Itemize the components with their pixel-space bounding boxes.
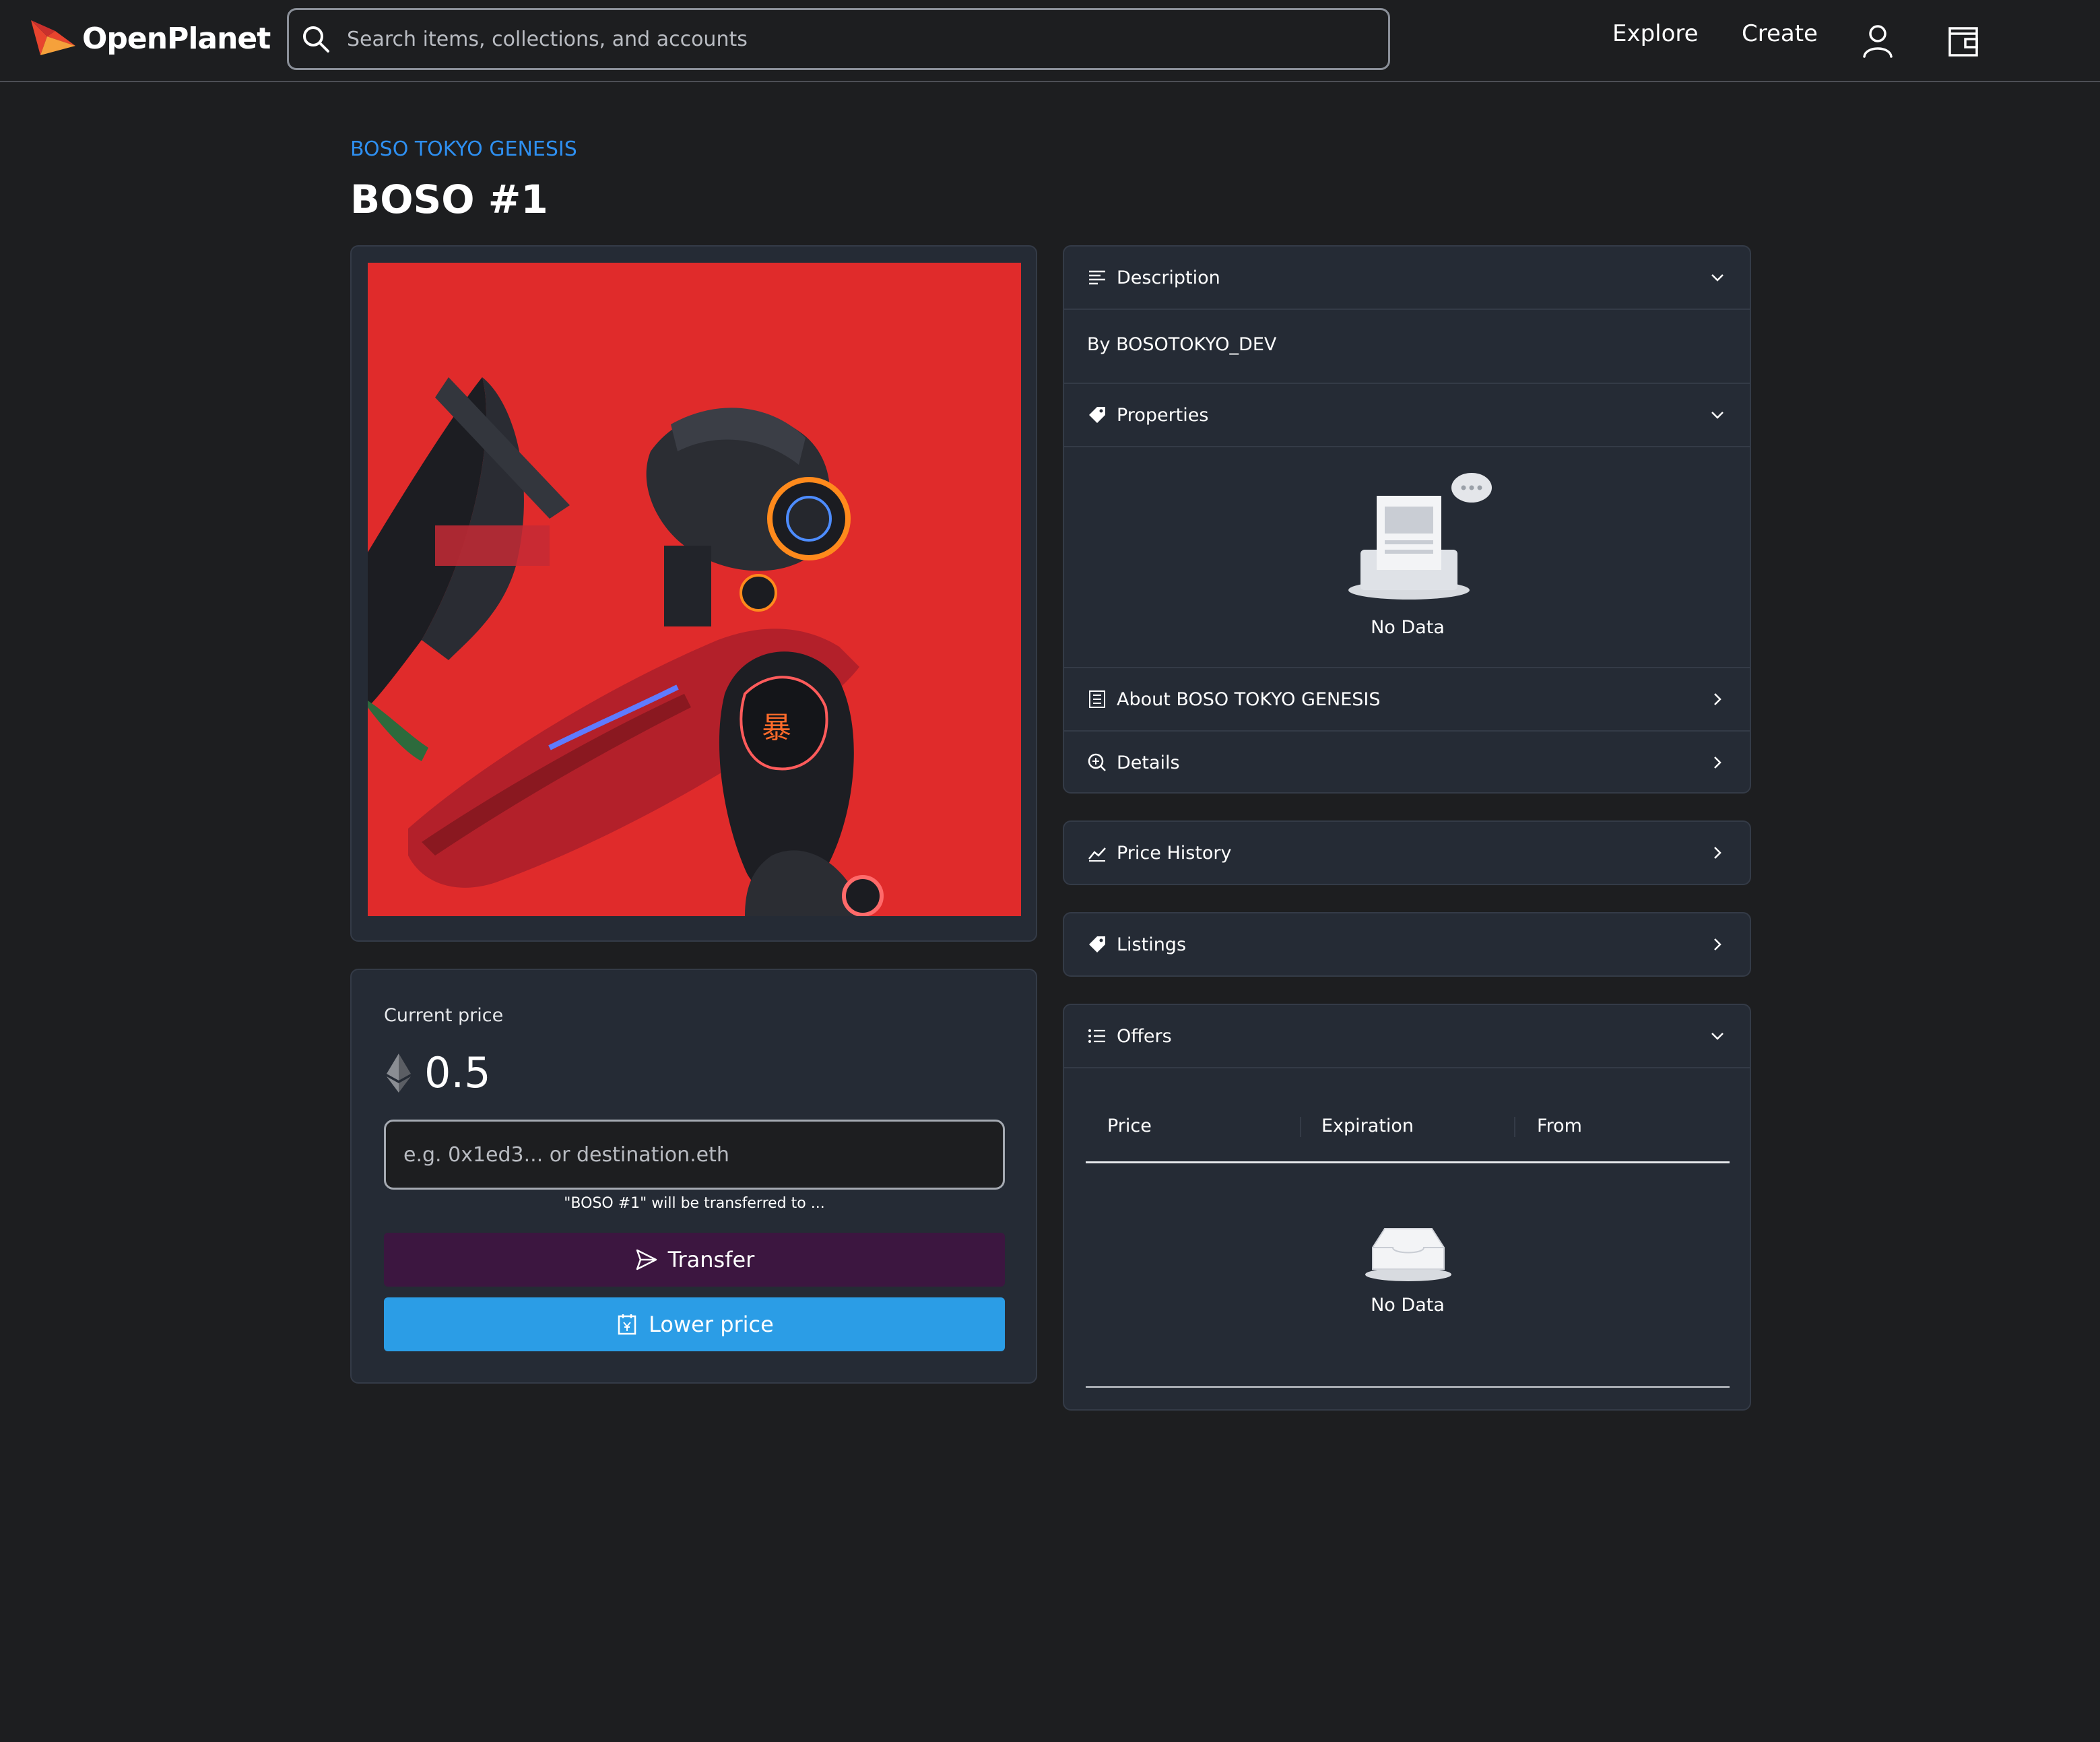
brand-name: OpenPlanet [82, 21, 271, 56]
offers-empty-text: No Data [1371, 1295, 1445, 1316]
column-separator [1300, 1117, 1301, 1137]
chevron-down-icon [1711, 412, 1724, 419]
empty-inbox-illustration-icon [1348, 473, 1492, 600]
offers-label: Offers [1117, 1025, 1172, 1047]
chevron-right-icon [1714, 847, 1721, 859]
offers-column-from[interactable]: From [1537, 1116, 1582, 1136]
offers-panel: Offers Price Expiration From No Data [1063, 1004, 1751, 1411]
nav-explore-link[interactable]: Explore [1612, 20, 1699, 47]
listings-accordion-header[interactable]: Listings [1064, 913, 1750, 975]
table-header-border [1086, 1161, 1730, 1163]
offers-column-expiration[interactable]: Expiration [1321, 1116, 1414, 1136]
brand-logo[interactable]: OpenPlanet [28, 16, 271, 61]
price-value: 0.5 [424, 1048, 491, 1097]
details-accordion-header[interactable]: Details [1064, 732, 1750, 794]
divider [1064, 309, 1750, 310]
destination-address-input[interactable] [384, 1120, 1005, 1190]
lower-price-button[interactable]: Lower price [384, 1297, 1005, 1351]
transfer-button-label: Transfer [667, 1247, 755, 1272]
properties-empty-text: No Data [1371, 617, 1445, 638]
empty-inbox-icon [1365, 1228, 1451, 1281]
chevron-down-icon [1711, 274, 1724, 282]
user-icon[interactable] [1859, 22, 1897, 59]
chevron-down-icon [1711, 1033, 1724, 1040]
wallet-icon[interactable] [1945, 22, 1983, 59]
lower-price-button-label: Lower price [649, 1312, 774, 1337]
creator-text: By BOSOTOKYO_DEV [1087, 334, 1277, 355]
price-history-accordion-header[interactable]: Price History [1064, 822, 1750, 884]
search-icon [303, 26, 329, 53]
details-label: Details [1117, 752, 1180, 773]
chevron-right-icon [1714, 938, 1721, 950]
about-collection-label: About BOSO TOKYO GENESIS [1117, 688, 1381, 710]
document-icon [1089, 690, 1105, 708]
listings-label: Listings [1117, 934, 1187, 955]
chevron-right-icon [1714, 693, 1721, 705]
price-history-label: Price History [1117, 842, 1232, 864]
nft-image-panel: 暴 [350, 245, 1037, 942]
nft-artwork-image[interactable]: 暴 [368, 263, 1021, 916]
price-tag-icon [618, 1314, 636, 1335]
description-icon [1089, 270, 1105, 285]
item-info-panel: Description By BOSOTOKYO_DEV Properties … [1063, 245, 1751, 794]
offers-column-price[interactable]: Price [1107, 1116, 1152, 1136]
chevron-right-icon [1714, 756, 1721, 769]
collection-link[interactable]: BOSO TOKYO GENESIS [350, 137, 577, 161]
top-nav-bar: OpenPlanet Explore Create [0, 0, 2100, 82]
nav-create-link[interactable]: Create [1742, 20, 1818, 47]
about-collection-accordion-header[interactable]: About BOSO TOKYO GENESIS [1064, 668, 1750, 730]
line-chart-icon [1088, 847, 1106, 862]
current-price-label: Current price [384, 1005, 504, 1026]
openplanet-logo-icon [31, 20, 75, 55]
current-price: 0.5 [385, 1048, 491, 1097]
description-label: Description [1117, 267, 1220, 288]
search-input[interactable] [346, 26, 1358, 52]
properties-accordion-header[interactable]: Properties [1064, 384, 1750, 446]
tag-icon [1089, 407, 1105, 423]
table-footer-border [1086, 1386, 1730, 1388]
price-panel: Current price 0.5 "BOSO #1" will be tran… [350, 969, 1037, 1384]
description-accordion-header[interactable]: Description [1064, 247, 1750, 309]
ethereum-icon [387, 1053, 411, 1093]
transfer-note: "BOSO #1" will be transferred to ... [564, 1195, 825, 1212]
listings-panel: Listings [1063, 912, 1751, 977]
zoom-in-icon [1088, 753, 1106, 771]
offers-accordion-header[interactable]: Offers [1064, 1005, 1750, 1067]
properties-label: Properties [1117, 404, 1209, 426]
item-title: BOSO #1 [350, 176, 548, 222]
price-history-panel: Price History [1063, 820, 1751, 885]
svg-text:暴: 暴 [762, 711, 791, 745]
divider [1064, 446, 1750, 447]
search-bar[interactable] [287, 8, 1390, 70]
tag-icon [1089, 936, 1105, 953]
column-separator [1514, 1117, 1515, 1137]
transfer-button[interactable]: Transfer [384, 1233, 1005, 1287]
list-icon [1088, 1029, 1105, 1043]
send-icon [636, 1249, 657, 1270]
divider [1064, 1067, 1750, 1068]
